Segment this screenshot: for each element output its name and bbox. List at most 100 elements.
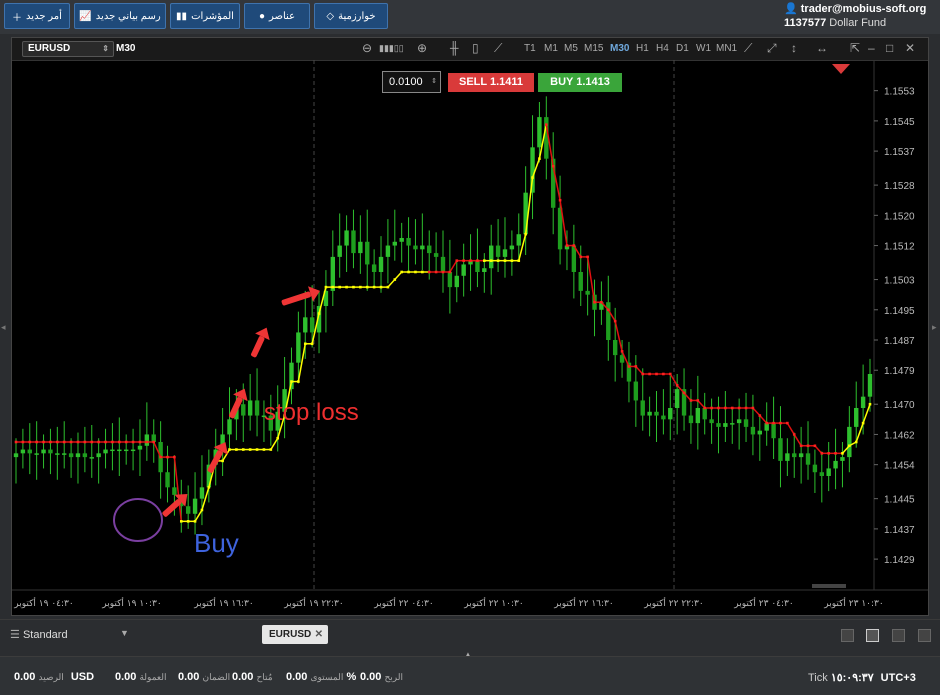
indicators-button[interactable]: ▮▮ المؤشرات bbox=[170, 3, 240, 29]
stop-dot bbox=[97, 440, 100, 444]
timeframe-m30[interactable]: M30 bbox=[610, 43, 629, 54]
candle bbox=[785, 438, 790, 476]
candle bbox=[757, 415, 763, 461]
timeframe-h1[interactable]: H1 bbox=[636, 43, 649, 54]
stop-dot bbox=[710, 406, 713, 410]
stop-dot bbox=[662, 372, 665, 376]
bar-chart-icon[interactable]: ╫ bbox=[450, 41, 459, 55]
stop-dot bbox=[131, 440, 135, 444]
timeframe-m5[interactable]: M5 bbox=[564, 43, 578, 54]
margin: 0.00 الضمان bbox=[178, 671, 231, 683]
minimize-icon[interactable]: – bbox=[868, 41, 875, 55]
stop-dot bbox=[737, 406, 741, 410]
layout-columns-icon[interactable] bbox=[892, 629, 905, 642]
candle bbox=[144, 402, 150, 461]
elements-button[interactable]: ● عناصر bbox=[244, 3, 310, 29]
right-panel-arrow-icon[interactable]: ▸ bbox=[932, 322, 940, 336]
trendline-tool-icon[interactable]: ⟋ bbox=[744, 41, 752, 56]
stop-dot bbox=[434, 270, 438, 274]
horizontal-scrollbar[interactable] bbox=[812, 584, 846, 588]
timeframe-d1[interactable]: D1 bbox=[676, 43, 689, 54]
left-panel-arrow-icon[interactable]: ◂ bbox=[1, 322, 9, 336]
candle bbox=[454, 260, 459, 303]
candle-chart-icon[interactable]: ▯ bbox=[472, 41, 479, 55]
timeframe-mn1[interactable]: MN1 bbox=[716, 43, 737, 54]
algorithm-button[interactable]: ◇ خوارزمية bbox=[314, 3, 388, 29]
new-chart-button[interactable]: 📈 رسم بياني جديد bbox=[74, 3, 166, 29]
chart-tab-label: EURUSD bbox=[269, 629, 312, 640]
stop-dot bbox=[372, 285, 376, 289]
stop-dot bbox=[496, 259, 500, 262]
layout-rows-icon[interactable] bbox=[918, 629, 931, 642]
stop-dot bbox=[276, 436, 280, 440]
close-icon[interactable]: ✕ bbox=[905, 41, 915, 55]
stop-dot bbox=[42, 440, 45, 444]
market-position-marker-icon bbox=[832, 64, 850, 74]
stop-line-group bbox=[14, 123, 872, 523]
candle bbox=[68, 438, 74, 478]
candle bbox=[840, 442, 845, 488]
stop-dot bbox=[806, 444, 810, 448]
zoom-out-icon[interactable]: ⊖ bbox=[362, 41, 372, 55]
candle bbox=[750, 394, 756, 456]
stop-dot bbox=[338, 285, 341, 289]
horizontal-line-icon[interactable]: ↔ bbox=[816, 41, 828, 55]
resize-icon[interactable]: ⤢ bbox=[767, 41, 777, 56]
chart-tab[interactable]: EURUSD ✕ bbox=[262, 625, 328, 644]
stop-dot bbox=[758, 414, 762, 417]
buy-annotation: Buy bbox=[194, 528, 239, 558]
candle bbox=[330, 230, 336, 306]
line-chart-icon[interactable]: ⟋ bbox=[494, 41, 502, 56]
stop-dot bbox=[586, 255, 589, 259]
stop-dot bbox=[827, 452, 830, 455]
zoom-slider[interactable]: ▮▮▮▯▯ bbox=[379, 43, 404, 54]
price-tick-label: 1.1454 bbox=[884, 461, 915, 472]
stop-dot bbox=[427, 270, 431, 274]
candle bbox=[351, 209, 356, 269]
candle bbox=[89, 425, 94, 478]
stop-dot bbox=[744, 406, 748, 410]
stop-dot bbox=[765, 421, 768, 425]
timeframe-m1[interactable]: M1 bbox=[544, 43, 558, 54]
stop-dot bbox=[297, 380, 300, 383]
maximize-icon[interactable]: □ bbox=[886, 41, 893, 55]
timeframe-w1[interactable]: W1 bbox=[696, 43, 711, 54]
timeframe-h4[interactable]: H4 bbox=[656, 43, 669, 54]
vertical-line-icon[interactable]: ↕ bbox=[791, 41, 797, 55]
timeframe-t1[interactable]: T1 bbox=[524, 43, 536, 54]
price-chart[interactable]: 1.1553 1.1545 1.1537 1.1528 1.1520 1.1512 1.15… bbox=[12, 60, 928, 620]
time-axis: ٠٤:٣٠ ١٩ أكتوبر ١٠:٣٠ ١٩ أكتوبر ١٦:٣٠ ١٩ أ… bbox=[13, 597, 883, 609]
account-info[interactable]: 👤 trader@mobius-soft.org 1137577 Dollar … bbox=[784, 2, 932, 29]
candle bbox=[743, 392, 749, 442]
stop-dot bbox=[290, 380, 293, 383]
stop-dot bbox=[792, 433, 796, 436]
profit: 0.00 الربح bbox=[360, 671, 404, 683]
close-tab-icon[interactable]: ✕ bbox=[315, 625, 323, 644]
stop-dot bbox=[538, 157, 541, 160]
zoom-in-icon[interactable]: ⊕ bbox=[417, 41, 427, 55]
account-number: 1137577 bbox=[784, 17, 827, 29]
account-fund: Dollar Fund bbox=[829, 17, 887, 29]
workspace-selector[interactable]: ☰ Standard ▼ bbox=[10, 628, 129, 641]
candle bbox=[247, 374, 253, 431]
layout-grid-icon[interactable] bbox=[866, 629, 879, 642]
detach-icon[interactable]: ⇱ bbox=[850, 41, 860, 55]
stop-dot bbox=[193, 520, 197, 523]
stop-dot bbox=[565, 244, 569, 247]
price-tick-label: 1.1470 bbox=[884, 400, 915, 411]
candle bbox=[661, 389, 666, 435]
candle bbox=[702, 392, 707, 435]
timeframe-m15[interactable]: M15 bbox=[584, 43, 603, 54]
candle bbox=[165, 445, 170, 503]
layout-single-icon[interactable] bbox=[841, 629, 854, 642]
price-tick-label: 1.1503 bbox=[884, 276, 915, 287]
stop-dot bbox=[634, 365, 638, 368]
stop-dot bbox=[83, 440, 87, 444]
stop-dot bbox=[21, 440, 25, 444]
price-tick-label: 1.1512 bbox=[884, 242, 915, 253]
new-order-button[interactable]: ＋ أمر جديد bbox=[4, 3, 70, 29]
candle bbox=[640, 368, 645, 431]
symbol-selector[interactable]: EURUSD ⇕ bbox=[22, 41, 114, 57]
candle bbox=[41, 434, 46, 469]
stop-dot bbox=[627, 365, 631, 368]
